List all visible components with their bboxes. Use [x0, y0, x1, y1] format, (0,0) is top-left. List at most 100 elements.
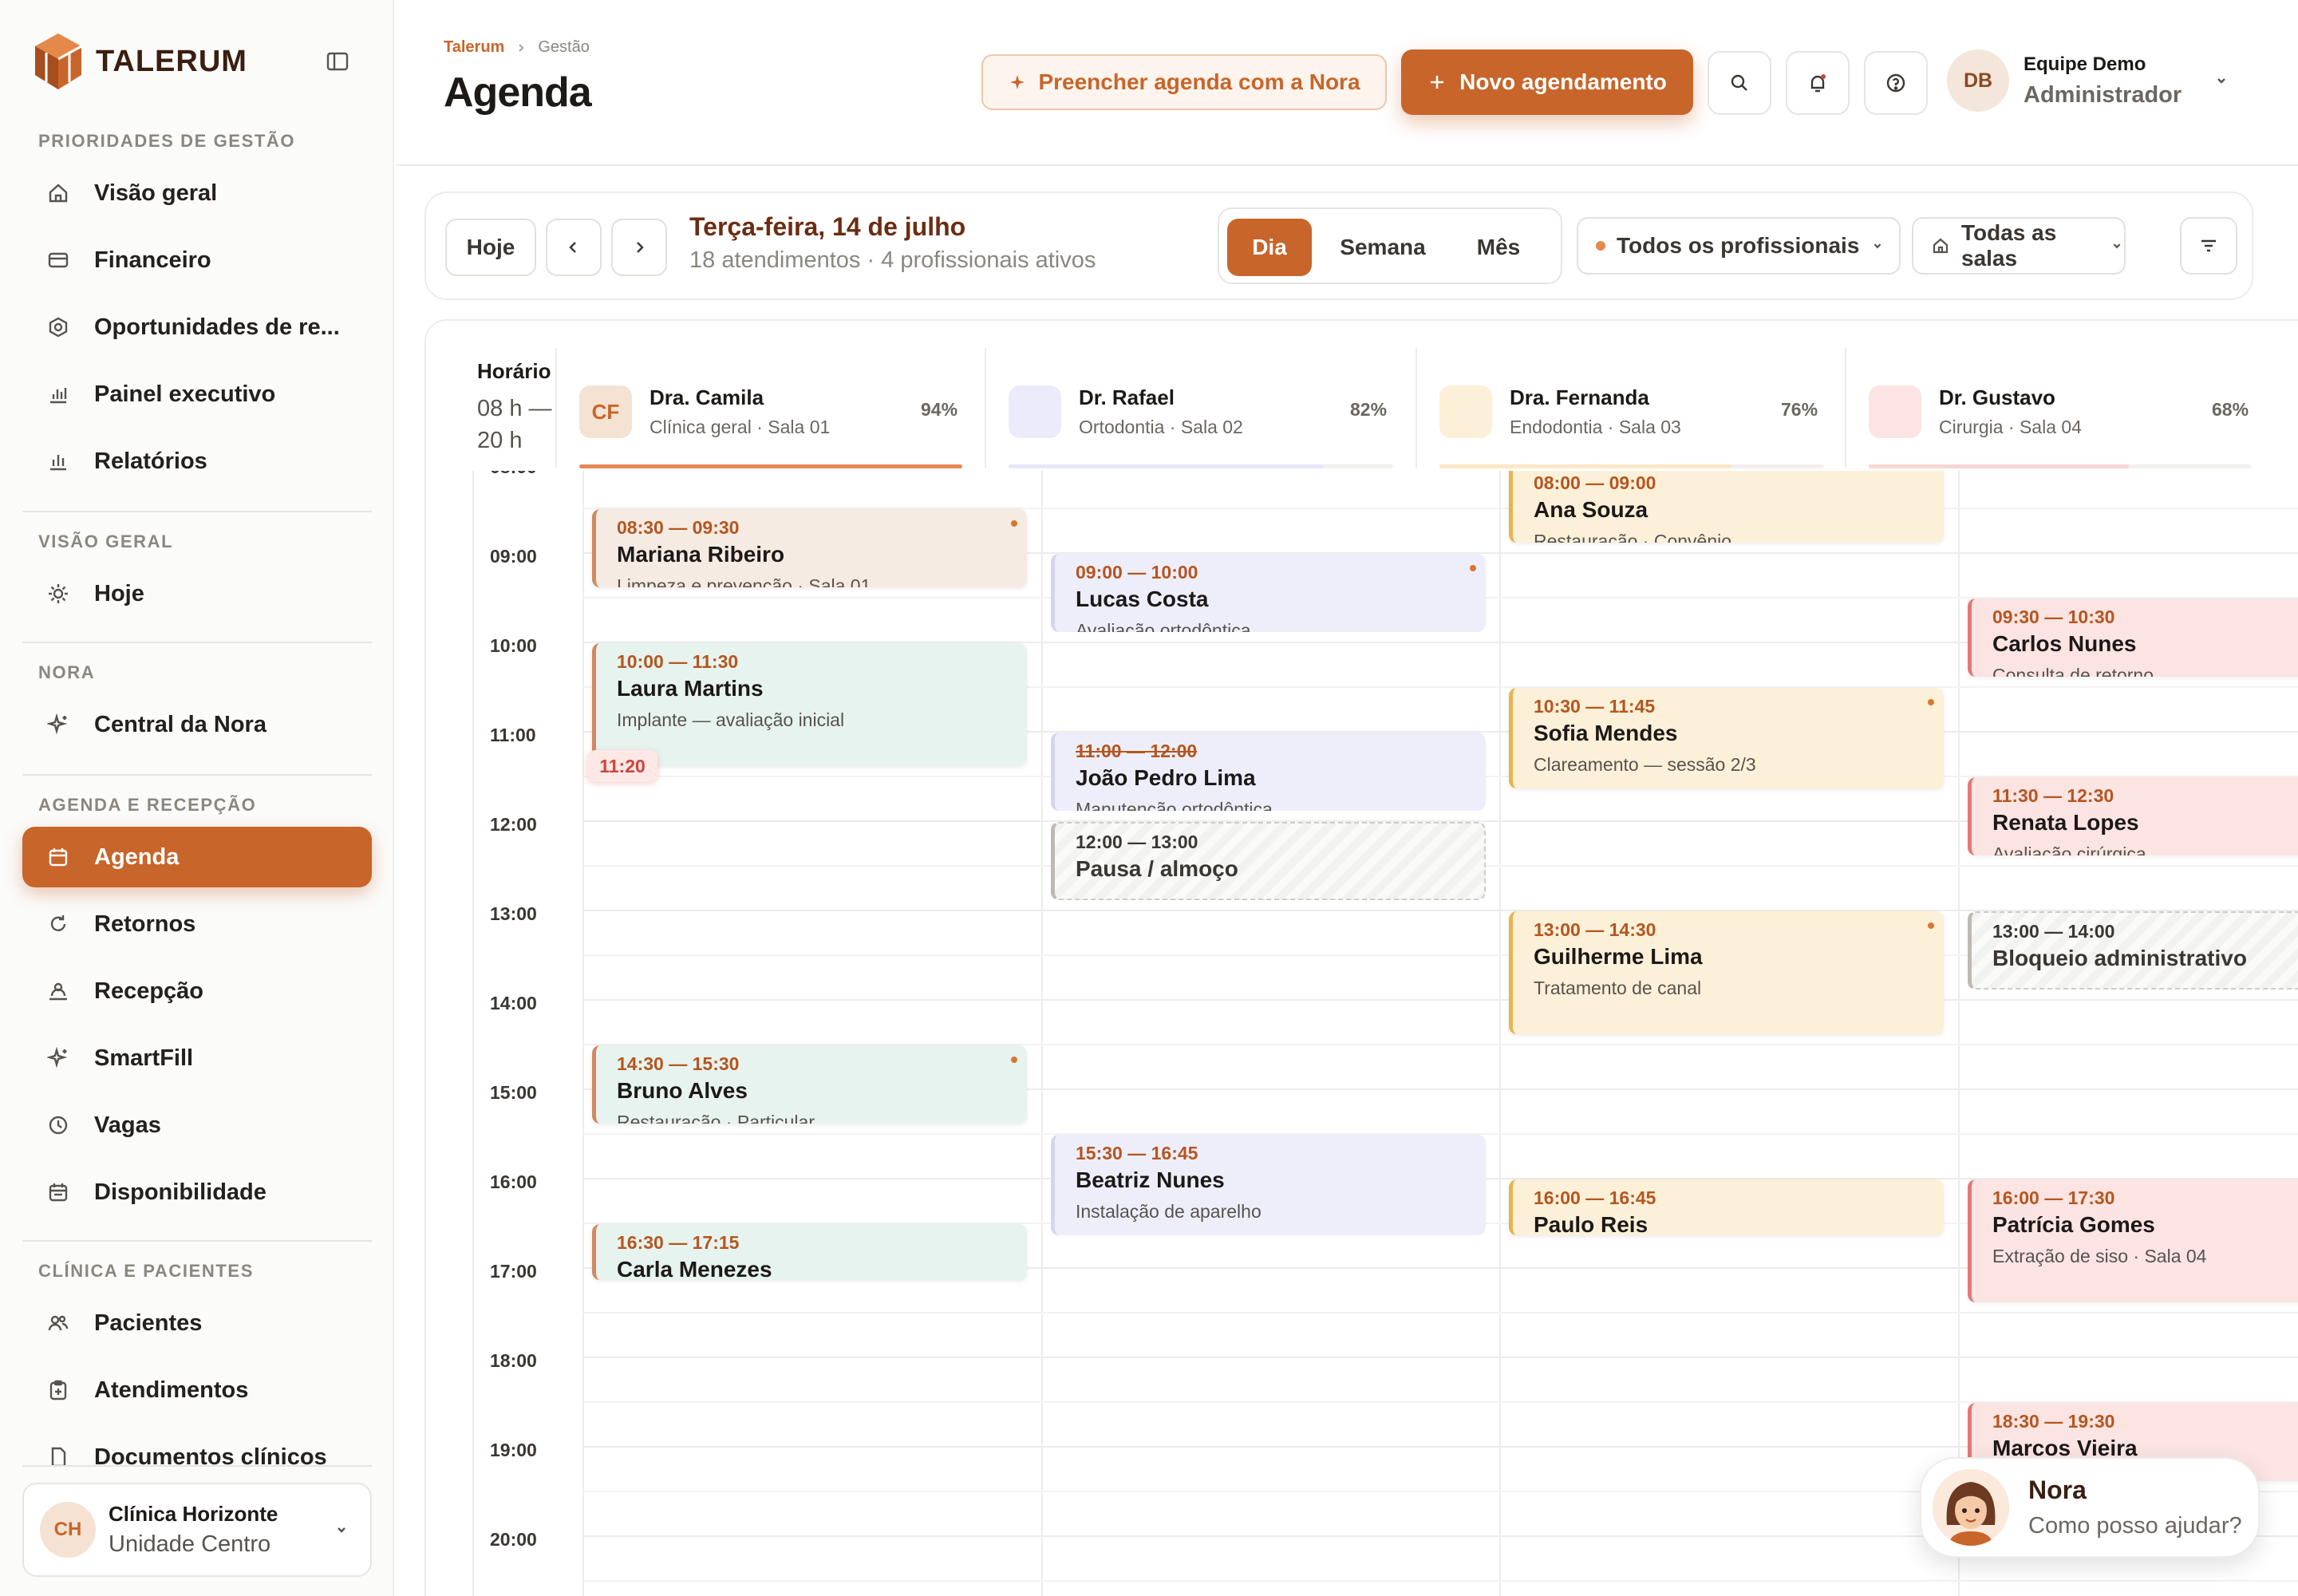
appointment-card[interactable]: 09:30 — 10:30 Carlos Nunes Consulta de ret… [1968, 598, 2298, 677]
appointment-card[interactable]: 11:30 — 12:30 Renata Lopes Avaliação cirúr… [1968, 777, 2298, 855]
sidebar-item-atendimentos[interactable]: Atendimentos [22, 1360, 372, 1420]
sidebar-item-relatorios[interactable]: Relatórios [22, 431, 372, 492]
reception-bell-icon [46, 979, 70, 1003]
sidebar-item-central-nora[interactable]: Central da Nora [22, 694, 372, 755]
professional-avatar: CF [579, 385, 632, 438]
appointment-time: 13:00 — 14:00 [1992, 921, 2115, 942]
unconfirmed-dot-icon [1011, 520, 1017, 527]
sidebar-item-label: Agenda [94, 843, 180, 870]
hour-label: 18:00 [490, 1350, 537, 1371]
new-appointment-button[interactable]: Novo agendamento [1401, 49, 1693, 115]
time-range-end: 20 h [477, 428, 523, 453]
appointment-card[interactable]: 11:00 — 12:00 João Pedro Lima Manutenção o… [1051, 733, 1486, 811]
professional-header[interactable]: Dr. Rafael Ortodontia · Sala 02 [1009, 380, 1243, 444]
sidebar-item-smartfill[interactable]: SmartFill [22, 1028, 372, 1088]
appointment-patient: Pausa / almoço [1076, 856, 1238, 881]
help-icon [1885, 72, 1907, 94]
professional-header[interactable]: Dra. Fernanda Endodontia · Sala 03 [1439, 380, 1681, 444]
sidebar-item-hoje[interactable]: Hoje [22, 563, 372, 624]
calendar-grid[interactable]: 08:00 09:00 10:00 11:00 12:00 13:00 14:00 15:00… [452, 471, 2298, 1596]
sidebar-divider [22, 774, 372, 776]
clinic-switcher[interactable]: CH Clínica Horizonte Unidade Centro [22, 1483, 372, 1577]
professional-header[interactable]: Dr. Gustavo Cirurgia · Sala 04 [1869, 380, 2082, 444]
chevron-left-icon [565, 239, 582, 256]
appointment-card[interactable]: 08:00 — 09:00 Ana Souza Restauração · Conv… [1509, 471, 1944, 543]
section-prioridades: PRIORIDADES DE GESTÃO [38, 131, 296, 151]
view-month-tab[interactable]: Mês [1451, 219, 1546, 276]
appointment-detail: Extração de siso · Sala 04 [1992, 1246, 2207, 1266]
appointment-card[interactable]: 15:30 — 16:45 Beatriz Nunes Instalação de … [1051, 1135, 1486, 1235]
occupancy-percent: 94% [921, 399, 958, 420]
sidebar-item-disponibilidade[interactable]: Disponibilidade [22, 1162, 372, 1223]
hour-label: 12:00 [490, 814, 537, 835]
hour-label: 15:00 [490, 1082, 537, 1103]
appointment-time: 15:30 — 16:45 [1076, 1143, 1198, 1163]
appointment-card[interactable]: 16:30 — 17:15 Carla Menezes [592, 1224, 1027, 1280]
appointment-detail: Instalação de aparelho [1076, 1201, 1262, 1222]
sidebar-item-pacientes[interactable]: Pacientes [22, 1293, 372, 1353]
sidebar-item-visao-geral[interactable]: Visão geral [22, 163, 372, 223]
rooms-filter[interactable]: Todas as salas [1912, 217, 2126, 275]
search-button[interactable] [1708, 51, 1771, 115]
appointment-patient: Paulo Reis [1534, 1212, 1648, 1235]
appointment-time: 09:30 — 10:30 [1992, 606, 2115, 627]
sidebar-collapse-icon[interactable] [326, 49, 349, 73]
filter-button[interactable] [2180, 217, 2237, 275]
appointment-card[interactable]: 16:00 — 17:30 Patrícia Gomes Extração de s… [1968, 1179, 2298, 1302]
user-menu[interactable]: DB Equipe Demo Administrador [1947, 49, 2229, 112]
notifications-button[interactable] [1786, 51, 1850, 115]
clipboard-icon [46, 1378, 70, 1402]
appointment-patient: João Pedro Lima [1076, 765, 1256, 790]
sidebar-item-agenda[interactable]: Agenda [22, 827, 372, 887]
prev-day-button[interactable] [546, 219, 602, 276]
sidebar-divider [22, 511, 372, 512]
appointment-card[interactable]: 13:00 — 14:00 Bloqueio administrativo [1968, 911, 2298, 990]
section-clinica: CLÍNICA E PACIENTES [38, 1261, 254, 1281]
professional-name: Dr. Gustavo [1939, 385, 2055, 409]
unconfirmed-dot-icon [1928, 922, 1934, 929]
sidebar-item-label: Financeiro [94, 247, 211, 273]
nora-assistant-widget[interactable]: Nora Como posso ajudar? [1920, 1457, 2260, 1558]
appointment-detail: Restauração · Particular [617, 1112, 815, 1124]
appointment-card[interactable]: 10:00 — 11:30 Laura Martins Implante — ava… [592, 643, 1027, 766]
sparkle-icon [1008, 73, 1027, 92]
appointment-card[interactable]: 10:30 — 11:45 Sofia Mendes Clareamento — s… [1509, 688, 1944, 788]
appointment-card[interactable]: 09:00 — 10:00 Lucas Costa Avaliação ortodô… [1051, 554, 1486, 632]
occupancy-bar-fill [579, 464, 962, 468]
appointment-card[interactable]: 14:30 — 15:30 Bruno Alves Restauração · Pa… [592, 1045, 1027, 1124]
sidebar-item-label: SmartFill [94, 1045, 194, 1071]
app-logo[interactable]: TALERUM [32, 32, 247, 91]
sidebar-item-label: Central da Nora [94, 711, 267, 737]
appointment-card[interactable]: 16:00 — 16:45 Paulo Reis [1509, 1179, 1944, 1235]
appointment-time: 11:00 — 12:00 [1076, 741, 1198, 761]
sidebar-item-painel[interactable]: Painel executivo [22, 364, 372, 425]
unconfirmed-dot-icon [1928, 699, 1934, 705]
column-line [1041, 471, 1043, 1596]
professionals-filter[interactable]: Todos os profissionais [1577, 217, 1901, 275]
nora-fill-button[interactable]: Preencher agenda com a Nora [981, 54, 1387, 110]
help-button[interactable] [1864, 51, 1928, 115]
sidebar-item-recepcao[interactable]: Recepção [22, 961, 372, 1021]
breadcrumb-current[interactable]: Gestão [538, 38, 589, 57]
bell-icon [1806, 72, 1829, 94]
room-icon [1931, 236, 1950, 255]
view-switcher: Dia Semana Mês [1218, 207, 1562, 284]
view-day-tab[interactable]: Dia [1227, 219, 1312, 276]
professional-header[interactable]: CF Dra. Camila Clínica geral · Sala 01 [579, 380, 830, 444]
appointment-patient: Patrícia Gomes [1992, 1212, 2155, 1237]
appointment-card[interactable]: 12:00 — 13:00 Pausa / almoço [1051, 822, 1486, 900]
breadcrumb-root[interactable]: Talerum [444, 38, 504, 57]
view-week-tab[interactable]: Semana [1331, 219, 1435, 276]
user-role: Administrador [2024, 81, 2182, 108]
sidebar-item-oportunidades[interactable]: Oportunidades de re... [22, 297, 372, 358]
appointment-detail: Manutenção ortodôntica [1076, 799, 1273, 811]
sidebar-item-retornos[interactable]: Retornos [22, 894, 372, 954]
appointment-card[interactable]: 08:30 — 09:30 Mariana Ribeiro Limpeza e pr… [592, 509, 1027, 587]
next-day-button[interactable] [611, 219, 667, 276]
sidebar-item-financeiro[interactable]: Financeiro [22, 230, 372, 290]
appointment-card[interactable]: 13:00 — 14:30 Guilherme Lima Tratamento de… [1509, 911, 1944, 1034]
professional-info: Dr. Gustavo Cirurgia · Sala 04 [1939, 385, 2082, 438]
sidebar-item-documentos[interactable]: Documentos clínicos [22, 1427, 372, 1465]
sidebar-item-vagas[interactable]: Vagas [22, 1095, 372, 1156]
today-button[interactable]: Hoje [445, 219, 536, 276]
